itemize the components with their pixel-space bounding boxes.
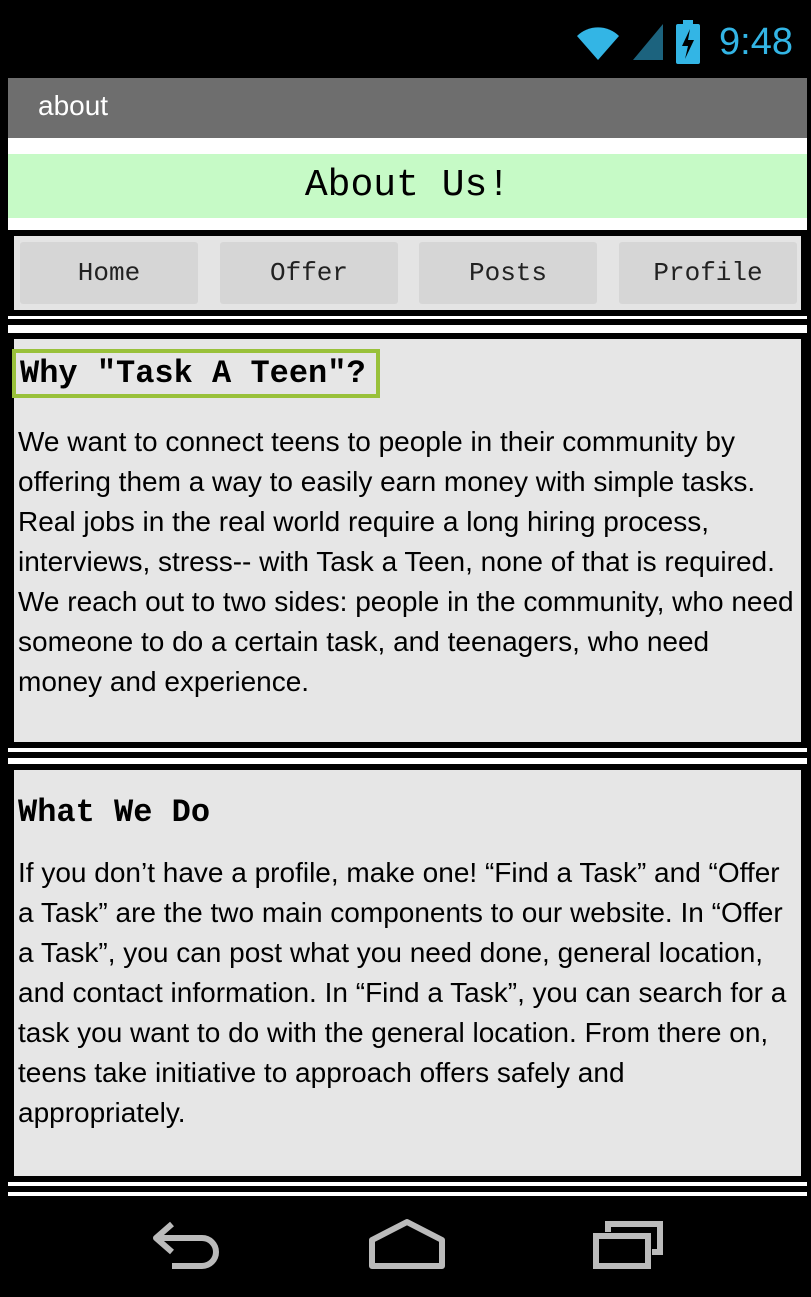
- what-we-do-section: What We Do If you don’t have a profile, …: [8, 764, 807, 1182]
- clock: 9:48: [719, 20, 793, 63]
- divider: [8, 752, 807, 758]
- back-icon[interactable]: [150, 1212, 224, 1272]
- why-heading: Why "Task A Teen"?: [12, 349, 380, 398]
- cell-signal-icon: [633, 24, 664, 60]
- about-banner: About Us!: [8, 154, 807, 218]
- posts-button[interactable]: Posts: [419, 242, 597, 304]
- home-button[interactable]: Home: [20, 242, 198, 304]
- system-nav-bar: [0, 1196, 811, 1297]
- what-we-do-section-body: What We Do If you don’t have a profile, …: [14, 770, 801, 1176]
- why-paragraph: We want to connect teens to people in th…: [18, 426, 794, 697]
- battery-charging-icon: [676, 20, 701, 64]
- home-icon[interactable]: [368, 1212, 446, 1272]
- why-section-body: Why "Task A Teen"? We want to connect te…: [12, 339, 801, 742]
- nav-bar: Home Offer Posts Profile: [8, 230, 807, 316]
- what-we-do-heading: What We Do: [18, 794, 211, 831]
- what-we-do-paragraph: If you don’t have a profile, make one! “…: [18, 857, 787, 1128]
- nav-bar-inner: Home Offer Posts Profile: [14, 236, 801, 310]
- divider: [8, 319, 807, 325]
- offer-button[interactable]: Offer: [220, 242, 398, 304]
- action-bar-title: about: [38, 90, 109, 121]
- recent-apps-icon[interactable]: [592, 1212, 666, 1272]
- status-icons: 9:48: [575, 18, 793, 66]
- wifi-icon: [577, 27, 620, 60]
- status-bar: 9:48: [0, 0, 811, 78]
- why-section: Why "Task A Teen"? We want to connect te…: [8, 333, 807, 748]
- page-title: About Us!: [304, 164, 511, 207]
- profile-button[interactable]: Profile: [619, 242, 797, 304]
- action-bar: about: [8, 78, 807, 138]
- divider: [8, 1186, 807, 1192]
- app-screen: about About Us! Home Offer Posts Profile…: [8, 78, 807, 1196]
